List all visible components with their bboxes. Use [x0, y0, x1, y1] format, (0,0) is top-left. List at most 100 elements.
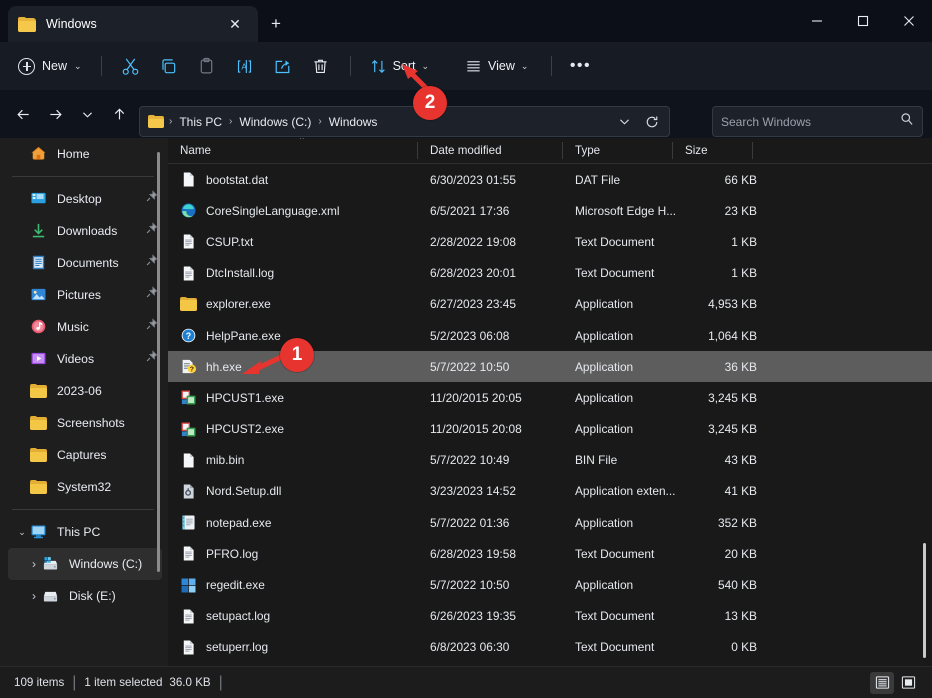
- file-name-cell: explorer.exe: [180, 296, 430, 313]
- sidebar-item-label: Downloads: [57, 224, 118, 238]
- sidebar-item-pictures[interactable]: Pictures: [8, 279, 162, 311]
- sidebar-item-label: Home: [57, 147, 90, 161]
- help-icon: ?: [180, 327, 197, 344]
- sidebar-item-windows-c[interactable]: › Windows (C:): [8, 548, 162, 580]
- up-button[interactable]: [104, 99, 134, 129]
- column-header-name[interactable]: Name ⌃: [168, 138, 418, 164]
- sidebar-item-captures[interactable]: Captures: [8, 439, 162, 471]
- chevron-right-icon[interactable]: ›: [26, 589, 42, 603]
- file-type-cell: Text Document: [575, 546, 655, 561]
- breadcrumb-windows[interactable]: Windows: [324, 112, 383, 132]
- table-row[interactable]: explorer.exe 6/27/2023 23:45 Application 4,…: [168, 289, 932, 320]
- toolbar-divider-2: [349, 56, 351, 76]
- close-tab-icon[interactable]: ✕: [222, 11, 248, 37]
- folder-icon: [30, 478, 48, 496]
- sidebar-scrollbar-thumb[interactable]: [157, 152, 160, 572]
- chevron-down-icon[interactable]: [611, 109, 638, 134]
- details-view-button[interactable]: [870, 671, 894, 694]
- music-icon: [30, 318, 48, 336]
- sort-button[interactable]: Sort ⌄: [361, 51, 438, 81]
- table-row[interactable]: setuperr.log 6/8/2023 06:30 Text Document 0…: [168, 632, 932, 663]
- search-input[interactable]: Search Windows: [721, 115, 900, 129]
- column-header-date-modified[interactable]: Date modified: [418, 138, 563, 164]
- sidebar-item-this-pc[interactable]: ⌄ This PC: [8, 516, 162, 548]
- close-window-icon[interactable]: [886, 0, 932, 42]
- new-button[interactable]: New ⌄: [14, 51, 91, 81]
- large-icons-view-button[interactable]: [896, 672, 920, 694]
- table-row[interactable]: PFRO.log 6/28/2023 19:58 Text Document 20 K…: [168, 538, 932, 569]
- breadcrumb-this-pc[interactable]: This PC: [174, 112, 227, 132]
- column-header-size[interactable]: Size: [673, 138, 753, 164]
- table-row[interactable]: regedit.exe 5/7/2022 10:50 Application 540 …: [168, 569, 932, 600]
- table-row[interactable]: Nord.Setup.dll 3/23/2023 14:52 Application…: [168, 476, 932, 507]
- sidebar-item-screenshots[interactable]: Screenshots: [8, 407, 162, 439]
- search-icon[interactable]: [900, 112, 914, 131]
- more-options-button[interactable]: •••: [562, 51, 598, 81]
- sidebar-item-2023-06[interactable]: 2023-06: [8, 375, 162, 407]
- regedit-icon: [180, 577, 197, 594]
- file-type-cell: BIN File: [575, 453, 618, 468]
- forward-button[interactable]: [40, 99, 70, 129]
- file-size-cell: 1 KB: [731, 234, 757, 249]
- sidebar-item-label: Videos: [57, 352, 95, 366]
- sidebar-item-label: Screenshots: [57, 416, 125, 430]
- table-row[interactable]: mib.bin 5/7/2022 10:49 BIN File 43 KB: [168, 445, 932, 476]
- breadcrumb-windows-c[interactable]: Windows (C:): [234, 112, 316, 132]
- sidebar-item-desktop[interactable]: Desktop: [8, 183, 162, 215]
- table-row[interactable]: HPCUST1.exe 11/20/2015 20:05 Application 3,…: [168, 382, 932, 413]
- paste-button[interactable]: [188, 50, 226, 82]
- share-button[interactable]: [264, 50, 302, 82]
- table-row[interactable]: notepad.exe 5/7/2022 01:36 Application 352 …: [168, 507, 932, 538]
- minimize-icon[interactable]: [794, 0, 840, 42]
- sidebar-item-documents[interactable]: Documents: [8, 247, 162, 279]
- sidebar-item-system32[interactable]: System32: [8, 471, 162, 503]
- text-file-icon: [180, 233, 197, 250]
- sidebar-item-home[interactable]: Home: [8, 138, 162, 170]
- file-blank-icon: [180, 452, 197, 469]
- rename-button[interactable]: A: [226, 50, 264, 82]
- file-type-cell: Text Document: [575, 609, 655, 624]
- copy-button[interactable]: [150, 50, 188, 82]
- table-row[interactable]: CSUP.txt 2/28/2022 19:08 Text Document 1 KB: [168, 226, 932, 257]
- file-list-scrollbar-thumb[interactable]: [923, 543, 926, 658]
- delete-button[interactable]: [302, 50, 340, 82]
- chevron-down-icon[interactable]: ⌄: [14, 527, 30, 538]
- search-box[interactable]: Search Windows: [712, 106, 923, 137]
- file-name-label: HPCUST2.exe: [206, 422, 284, 437]
- address-bar[interactable]: › This PC › Windows (C:) › Windows: [139, 106, 670, 137]
- table-row[interactable]: bootstat.dat 6/30/2023 01:55 DAT File 66 KB: [168, 164, 932, 195]
- file-date-cell: 5/7/2022 10:50: [430, 578, 510, 593]
- table-row[interactable]: DtcInstall.log 6/28/2023 20:01 Text Docume…: [168, 258, 932, 289]
- table-row[interactable]: HPCUST2.exe 11/20/2015 20:08 Application 3,…: [168, 414, 932, 445]
- file-name-cell: HPCUST2.exe: [180, 421, 430, 438]
- maximize-icon[interactable]: [840, 0, 886, 42]
- recent-locations-button[interactable]: [72, 99, 102, 129]
- cut-button[interactable]: [112, 50, 150, 82]
- file-size-cell: 13 KB: [724, 609, 757, 624]
- address-bar-actions: [611, 109, 665, 134]
- file-name-cell: mib.bin: [180, 452, 430, 469]
- sidebar-item-disk-e[interactable]: › Disk (E:): [8, 580, 162, 612]
- file-name-label: bootstat.dat: [206, 172, 269, 187]
- sidebar-item-label: Desktop: [57, 192, 102, 206]
- back-button[interactable]: [8, 99, 38, 129]
- sidebar-item-label: Captures: [57, 448, 107, 462]
- table-row[interactable]: setupact.log 6/26/2023 19:35 Text Document…: [168, 601, 932, 632]
- chevron-down-icon: ⌄: [520, 60, 529, 71]
- sidebar-item-downloads[interactable]: Downloads: [8, 215, 162, 247]
- sidebar-item-music[interactable]: Music: [8, 311, 162, 343]
- new-tab-button[interactable]: +: [262, 10, 290, 38]
- sidebar-item-videos[interactable]: Videos: [8, 343, 162, 375]
- file-explorer-window: Windows ✕ + New ⌄ A Sort ⌄ View ⌄ ••• › …: [0, 0, 932, 698]
- explorer-icon: [180, 296, 197, 313]
- file-name-cell: bootstat.dat: [180, 171, 430, 188]
- file-size-cell: 23 KB: [724, 203, 757, 218]
- column-header-type[interactable]: Type: [563, 138, 673, 164]
- table-row[interactable]: CoreSingleLanguage.xml 6/5/2021 17:36 Micr…: [168, 195, 932, 226]
- file-type-cell: Application: [575, 515, 634, 530]
- refresh-icon[interactable]: [638, 109, 665, 134]
- tab-windows[interactable]: Windows ✕: [8, 6, 258, 42]
- view-button[interactable]: View ⌄: [456, 51, 537, 81]
- chevron-right-icon[interactable]: ›: [26, 557, 42, 571]
- sidebar-item-label: Windows (C:): [69, 557, 143, 571]
